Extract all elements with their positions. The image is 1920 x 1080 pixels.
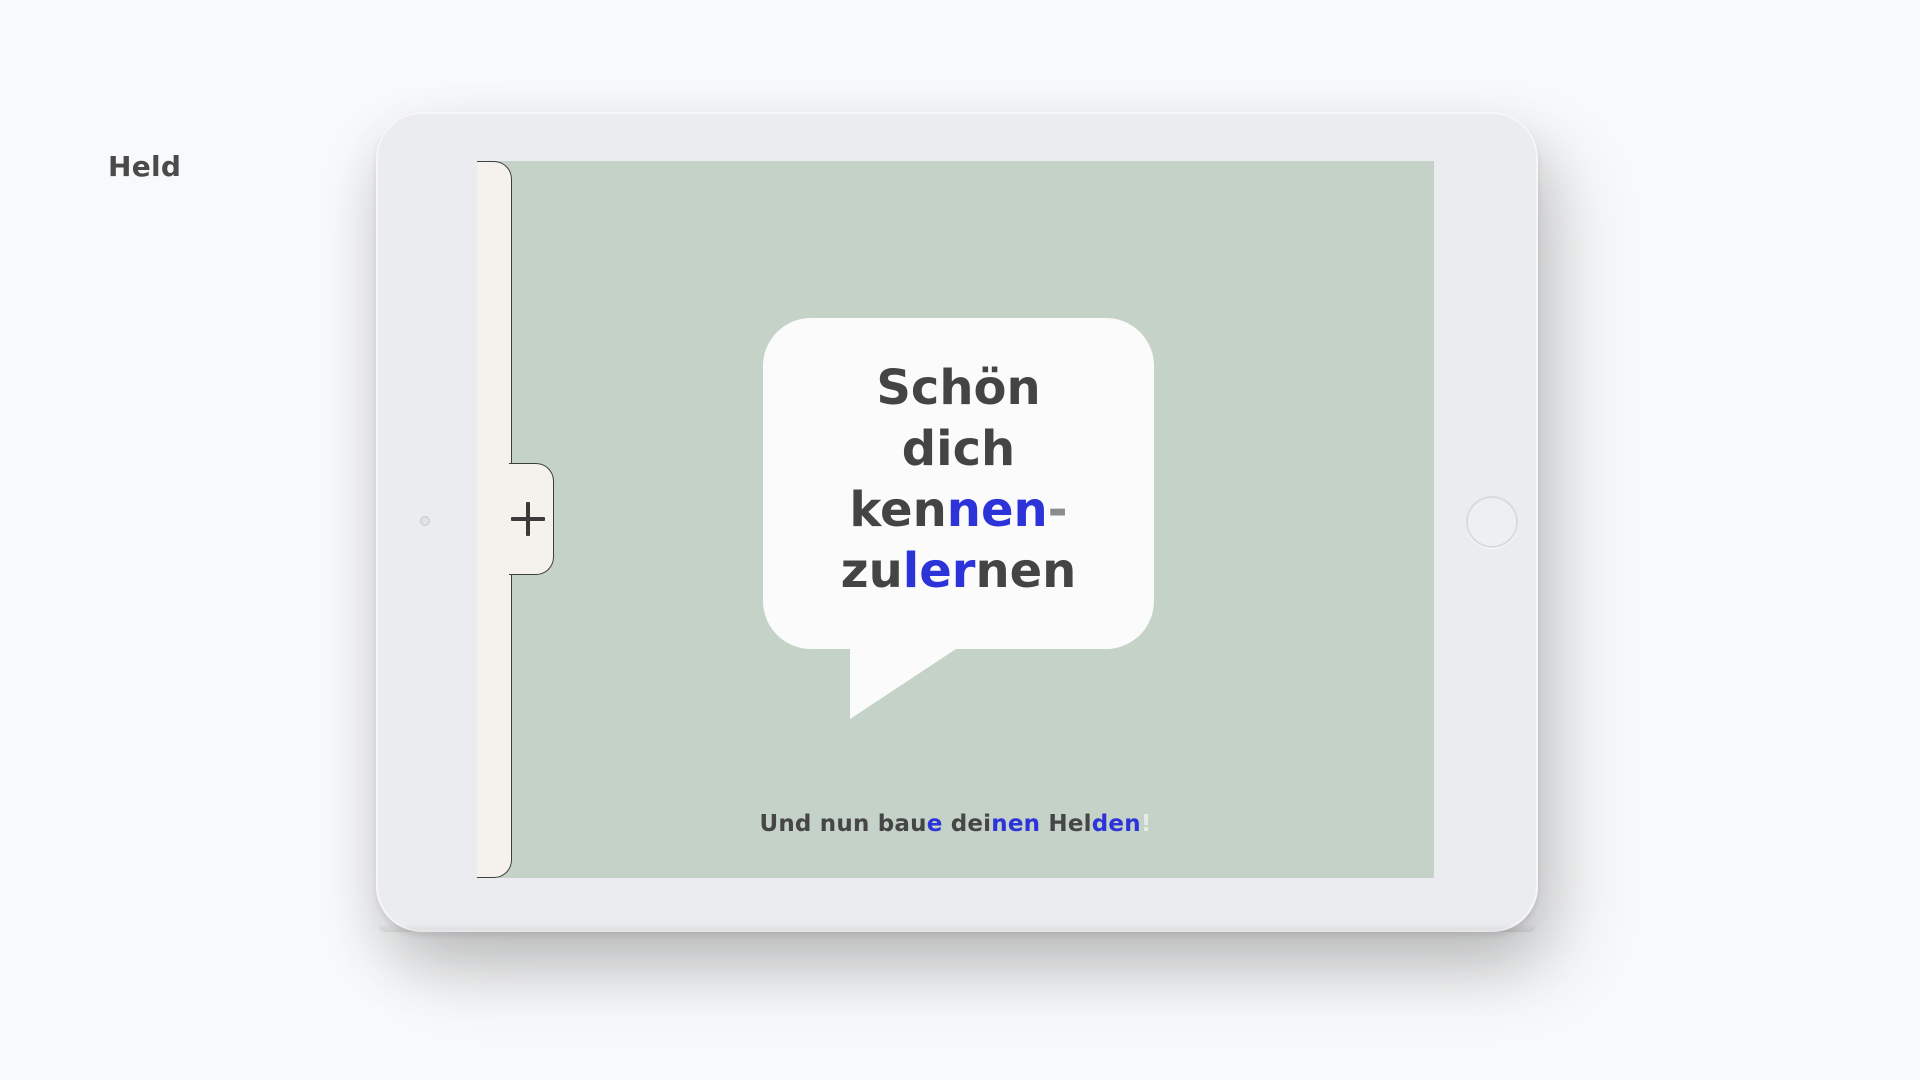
syllable-highlighted: nen	[946, 482, 1048, 538]
instruction-part-highlighted: den	[1091, 811, 1141, 837]
instruction-text: Und nun baue deinen Helden!	[477, 811, 1434, 837]
add-button[interactable]	[509, 463, 554, 575]
greeting-line-2: dich	[901, 421, 1016, 477]
page-label: Held	[108, 150, 182, 183]
syllable: ken	[849, 482, 947, 538]
syllable-highlighted: ler	[902, 543, 976, 599]
instruction-part: Hel	[1040, 811, 1092, 837]
instruction-part: Und nun bau	[759, 811, 927, 837]
plus-icon	[511, 502, 545, 536]
instruction-part-highlighted: nen	[991, 811, 1041, 837]
instruction-exclamation: !	[1140, 811, 1152, 837]
instruction-part-highlighted: e	[926, 811, 943, 837]
hyphen: -	[1047, 482, 1068, 538]
side-drawer[interactable]	[477, 161, 512, 878]
home-button[interactable]	[1466, 496, 1518, 548]
greeting-line-3: kennen-	[763, 480, 1154, 541]
app-screen: Schön dich kennen- zulernen Und nun baue…	[477, 161, 1434, 878]
tablet-device: Schön dich kennen- zulernen Und nun baue…	[376, 112, 1538, 932]
syllable: nen	[975, 543, 1077, 599]
speech-bubble-tail	[850, 645, 962, 719]
greeting-line-1: Schön	[876, 360, 1041, 416]
syllable: zu	[840, 543, 903, 599]
speech-bubble: Schön dich kennen- zulernen	[763, 318, 1154, 649]
greeting-text: Schön dich kennen- zulernen	[763, 358, 1154, 602]
camera-icon	[420, 516, 430, 526]
instruction-part: dei	[942, 811, 992, 837]
greeting-line-4: zulernen	[763, 541, 1154, 602]
